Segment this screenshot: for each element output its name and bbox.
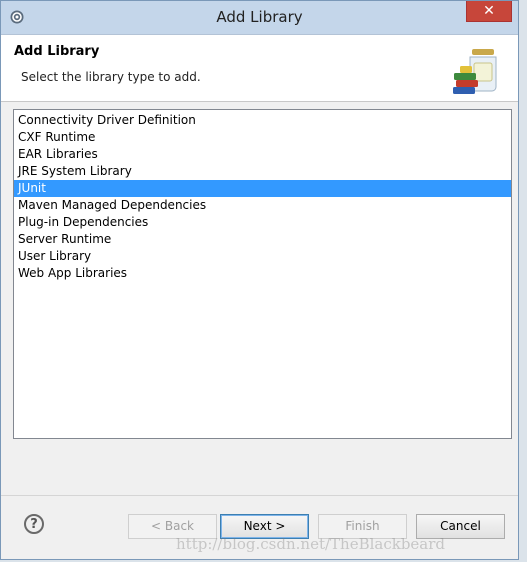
library-type-list[interactable]: Connectivity Driver Definition CXF Runtim… <box>13 109 512 439</box>
watermark: http://blog.csdn.net/TheBlackbeard <box>176 535 446 553</box>
window-title: Add Library <box>216 8 303 26</box>
list-item[interactable]: User Library <box>14 248 511 265</box>
list-item[interactable]: Server Runtime <box>14 231 511 248</box>
list-item[interactable]: JUnit <box>14 180 511 197</box>
help-icon[interactable]: ? <box>24 514 44 534</box>
list-item[interactable]: EAR Libraries <box>14 146 511 163</box>
list-item[interactable]: CXF Runtime <box>14 129 511 146</box>
add-library-dialog: Add Library ✕ Add Library Select the lib… <box>0 0 519 560</box>
list-item[interactable]: Plug-in Dependencies <box>14 214 511 231</box>
library-type-list-items: Connectivity Driver Definition CXF Runtim… <box>14 110 511 282</box>
banner-description: Select the library type to add. <box>21 70 201 84</box>
close-button[interactable]: ✕ <box>466 1 512 22</box>
dialog-banner: Add Library Select the library type to a… <box>1 35 518 102</box>
list-item[interactable]: JRE System Library <box>14 163 511 180</box>
list-item[interactable]: Web App Libraries <box>14 265 511 282</box>
list-item[interactable]: Connectivity Driver Definition <box>14 112 511 129</box>
button-bar-divider <box>1 495 518 496</box>
banner-title: Add Library <box>14 44 100 59</box>
title-bar[interactable]: Add Library ✕ <box>1 1 518 35</box>
list-item[interactable]: Maven Managed Dependencies <box>14 197 511 214</box>
library-jars-icon <box>453 49 497 94</box>
